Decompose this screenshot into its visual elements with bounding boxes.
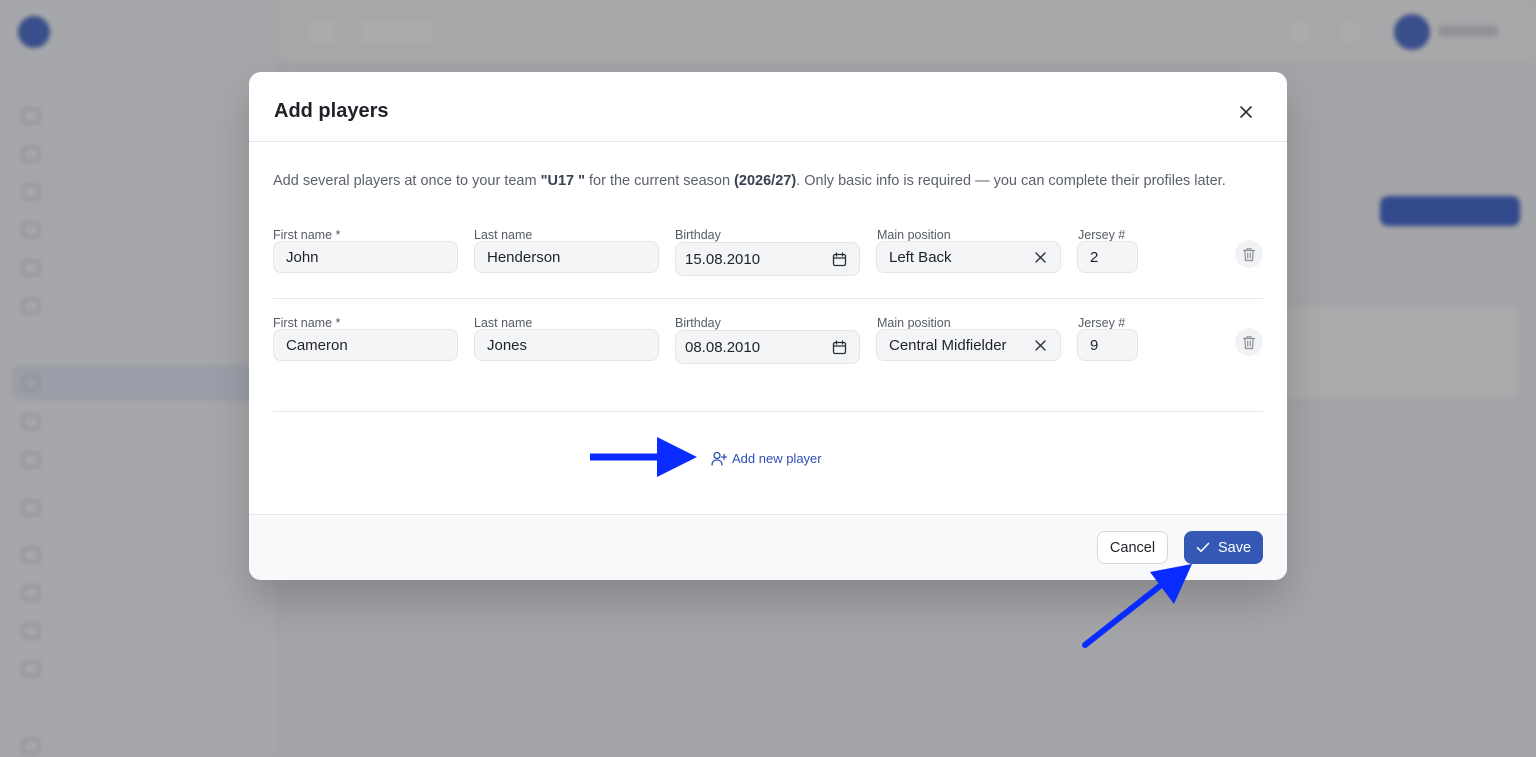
clear-icon[interactable] xyxy=(1032,249,1048,265)
last-name-value: Jones xyxy=(487,336,528,354)
first-name-label: First name * xyxy=(273,228,341,242)
dialog-footer: Cancel Save xyxy=(249,514,1287,580)
calendar-icon[interactable] xyxy=(831,339,847,355)
close-button[interactable] xyxy=(1236,102,1256,122)
dialog-header: Add players xyxy=(249,72,1287,142)
trash-icon xyxy=(1242,247,1256,261)
main-position-value: Left Back xyxy=(889,248,952,266)
jersey-label: Jersey # xyxy=(1078,316,1126,330)
jersey-value: 9 xyxy=(1090,336,1099,354)
birthday-label: Birthday xyxy=(675,316,721,330)
row-divider xyxy=(273,411,1263,412)
add-new-player-button[interactable]: Add new player xyxy=(711,451,822,466)
check-icon xyxy=(1196,542,1210,552)
dialog-description: Add several players at once to your team… xyxy=(273,171,1263,191)
first-name-value: Cameron xyxy=(286,336,348,354)
main-position-label: Main position xyxy=(877,228,951,242)
last-name-label: Last name xyxy=(474,228,533,242)
clear-icon[interactable] xyxy=(1032,337,1048,353)
player-row: First name * Cameron Last name Jones Bir… xyxy=(273,316,1263,386)
save-label: Save xyxy=(1217,539,1252,556)
delete-player-button[interactable] xyxy=(1235,240,1263,268)
calendar-icon[interactable] xyxy=(831,251,847,267)
first-name-value: John xyxy=(286,248,319,266)
jersey-label: Jersey # xyxy=(1078,228,1126,242)
first-name-label: First name * xyxy=(273,316,341,330)
delete-player-button[interactable] xyxy=(1235,328,1263,356)
row-divider xyxy=(273,298,1263,299)
last-name-input[interactable]: Jones xyxy=(474,329,659,361)
save-button[interactable]: Save xyxy=(1184,531,1263,564)
jersey-input[interactable]: 2 xyxy=(1077,241,1138,273)
user-plus-icon xyxy=(711,451,727,466)
birthday-value: 15.08.2010 xyxy=(685,250,761,268)
birthday-value: 08.08.2010 xyxy=(685,338,761,356)
close-icon xyxy=(1240,106,1252,118)
season-label: (2026/27) xyxy=(734,173,797,189)
main-position-label: Main position xyxy=(877,316,951,330)
last-name-label: Last name xyxy=(474,316,533,330)
cancel-button[interactable]: Cancel xyxy=(1097,531,1168,564)
add-new-player-label: Add new player xyxy=(732,451,822,466)
main-position-value: Central Midfielder xyxy=(889,336,1007,354)
add-players-dialog: Add players Add several players at once … xyxy=(249,72,1287,580)
birthday-input[interactable]: 08.08.2010 xyxy=(675,330,860,364)
intro-text: for the current season xyxy=(584,173,735,189)
jersey-value: 2 xyxy=(1090,248,1099,266)
trash-icon xyxy=(1242,335,1256,349)
dialog-title: Add players xyxy=(274,100,389,122)
first-name-input[interactable]: John xyxy=(273,241,458,273)
intro-text: . Only basic info is required — you can … xyxy=(796,173,1226,189)
birthday-input[interactable]: 15.08.2010 xyxy=(675,242,860,276)
last-name-value: Henderson xyxy=(487,248,561,266)
first-name-input[interactable]: Cameron xyxy=(273,329,458,361)
team-name: "U17 " xyxy=(540,173,585,189)
intro-text: Add several players at once to your team xyxy=(273,173,541,189)
last-name-input[interactable]: Henderson xyxy=(474,241,659,273)
birthday-label: Birthday xyxy=(675,228,721,242)
jersey-input[interactable]: 9 xyxy=(1077,329,1138,361)
main-position-select[interactable]: Left Back xyxy=(876,241,1061,273)
player-row: First name * John Last name Henderson Bi… xyxy=(273,228,1263,298)
main-position-select[interactable]: Central Midfielder xyxy=(876,329,1061,361)
